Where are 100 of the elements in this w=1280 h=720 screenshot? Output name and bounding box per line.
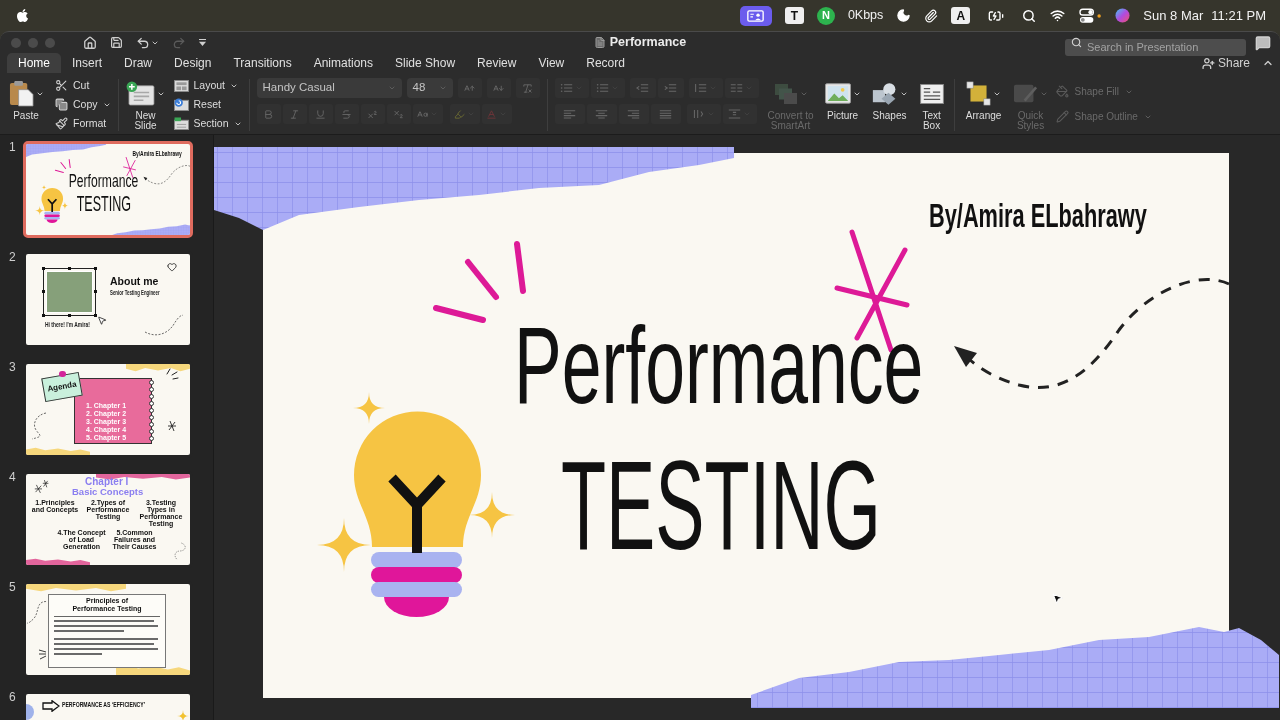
text-box-button[interactable]: Text Box xyxy=(916,76,947,131)
title-line: Performance xyxy=(68,170,139,190)
pencil-icon xyxy=(1055,110,1069,123)
reset-button[interactable]: Reset xyxy=(173,95,242,114)
apple-menu-icon[interactable] xyxy=(16,8,29,23)
resize-handle[interactable] xyxy=(42,314,45,317)
search-icon[interactable] xyxy=(1022,8,1037,23)
align-left-icon xyxy=(563,109,577,119)
font-name-field[interactable]: Handy Casual xyxy=(256,78,402,98)
photo-placeholder xyxy=(46,271,93,313)
ribbon-tab[interactable]: Insert xyxy=(61,53,114,73)
new-slide-button[interactable]: New Slide xyxy=(125,76,166,131)
slide-number: 5 xyxy=(8,581,17,593)
slide-heading: PERFORMANCE AS ‘EFFICIENCY’ xyxy=(62,701,146,709)
section-button[interactable]: Section xyxy=(173,114,242,133)
document-icon xyxy=(593,36,606,49)
resize-handle[interactable] xyxy=(94,267,97,270)
zoom-button[interactable] xyxy=(45,37,55,48)
bold-icon xyxy=(263,108,275,120)
torn-paper-strip xyxy=(26,558,90,565)
paste-button[interactable]: Paste xyxy=(6,76,46,121)
caret-icon xyxy=(387,84,396,92)
new-slide-icon xyxy=(126,81,155,106)
menu-extra[interactable]: A xyxy=(951,7,971,24)
close-button[interactable] xyxy=(11,37,21,48)
font-size-field[interactable]: 48 xyxy=(406,78,453,98)
scissors-icon xyxy=(55,79,68,92)
text-box-icon xyxy=(919,83,944,104)
paperclip-icon[interactable] xyxy=(924,7,939,24)
layout-icon xyxy=(173,79,189,92)
decrease-indent-icon xyxy=(636,83,650,93)
customize-icon[interactable] xyxy=(199,39,206,46)
shapes-button[interactable]: Shapes xyxy=(868,76,911,121)
caret-icon xyxy=(438,84,447,92)
arrange-icon xyxy=(966,81,992,106)
ribbon-tab[interactable]: Record xyxy=(575,53,636,73)
resize-handle[interactable] xyxy=(68,267,71,270)
menu-extra[interactable]: T xyxy=(784,7,804,24)
resize-handle[interactable] xyxy=(94,314,97,317)
picture-icon xyxy=(824,83,851,104)
menu-bar-date[interactable]: Sun 8 Mar xyxy=(1143,5,1204,26)
align-text-icon xyxy=(728,109,742,119)
clear-formatting-icon xyxy=(522,82,534,94)
ribbon-tab[interactable]: Transitions xyxy=(222,53,303,73)
grow-font-icon xyxy=(464,82,476,94)
wifi-icon[interactable] xyxy=(1049,8,1067,23)
save-icon[interactable] xyxy=(110,36,123,49)
person-add-icon xyxy=(1201,56,1215,70)
title-line: Performance xyxy=(514,310,924,420)
search-field[interactable]: Search in Presentation xyxy=(1065,38,1246,56)
ribbon-tab[interactable]: Design xyxy=(163,53,223,73)
lightbulb-with-sparkles-drawing xyxy=(35,184,69,223)
copy-button[interactable]: Copy xyxy=(55,95,111,114)
ribbon-tab[interactable]: Review xyxy=(466,53,528,73)
slide-number: 2 xyxy=(8,251,17,263)
font-color-icon xyxy=(486,108,498,120)
control-center-icon[interactable] xyxy=(1079,7,1103,24)
siri-icon[interactable] xyxy=(1115,8,1131,23)
asterisk-doodle-icon xyxy=(167,420,177,432)
change-case-icon xyxy=(417,108,429,120)
quick-styles-icon xyxy=(1013,82,1039,105)
moon-icon[interactable] xyxy=(896,8,912,23)
picture-button[interactable]: Picture xyxy=(822,76,863,121)
author-name: By/Amira ELbahrawy xyxy=(929,199,1147,232)
mouse-pointer-icon xyxy=(97,315,107,326)
slide-thumbnail[interactable]: PERFORMANCE AS ‘EFFICIENCY’ xyxy=(23,691,193,720)
minimize-button[interactable] xyxy=(28,37,38,48)
increase-indent-icon xyxy=(664,83,678,93)
resize-handle[interactable] xyxy=(68,314,71,317)
selection-frame[interactable] xyxy=(43,268,96,316)
agenda-heading: Agenda xyxy=(46,380,78,394)
resize-handle[interactable] xyxy=(94,290,97,293)
resize-handle[interactable] xyxy=(42,290,45,293)
ribbon-tab[interactable]: View xyxy=(527,53,576,73)
share-button[interactable]: Share xyxy=(1201,54,1250,72)
layout-button[interactable]: Layout xyxy=(173,76,242,95)
ribbon-tab[interactable]: Home xyxy=(7,53,61,73)
ribbon-tab[interactable]: Slide Show xyxy=(384,53,467,73)
align-right-icon xyxy=(627,109,641,119)
cut-button[interactable]: Cut xyxy=(55,76,111,95)
menu-bar-time[interactable]: 11:21 PM xyxy=(1211,5,1266,26)
comments-icon[interactable] xyxy=(1255,34,1271,51)
ribbon-tab[interactable]: Draw xyxy=(113,53,164,73)
format-painter-button[interactable]: Format xyxy=(55,114,111,133)
arrow-outline-icon xyxy=(42,700,60,712)
resize-handle[interactable] xyxy=(42,267,45,270)
paint-bucket-icon xyxy=(1055,85,1069,98)
window-title: Performance xyxy=(609,34,687,52)
network-speed: 0Kbps xyxy=(847,7,884,25)
paste-icon xyxy=(8,80,34,107)
line-spacing-icon xyxy=(694,83,708,93)
undo-icon[interactable] xyxy=(136,35,150,50)
arrange-button[interactable]: Arrange xyxy=(961,76,1006,121)
bullets-icon xyxy=(560,83,574,93)
text-direction-icon xyxy=(692,109,706,119)
section-icon xyxy=(173,117,189,130)
dashed-curve xyxy=(144,314,184,336)
screen-share-icon[interactable] xyxy=(739,5,772,26)
ribbon-tab[interactable]: Animations xyxy=(302,53,385,73)
home-icon[interactable] xyxy=(83,35,97,50)
